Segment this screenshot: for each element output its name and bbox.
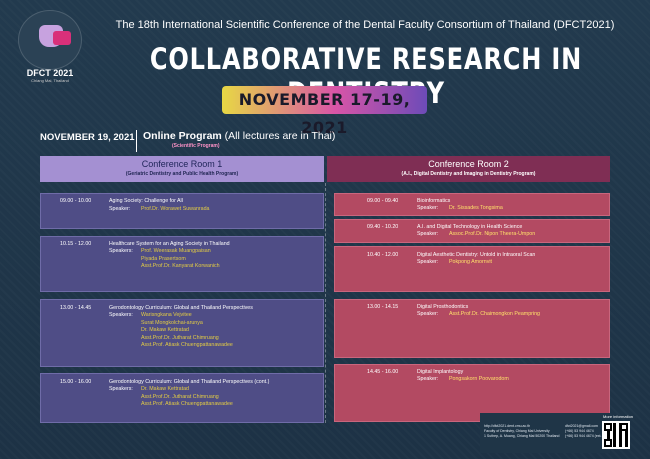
session-time: 09.00 - 09.40 [367,198,399,204]
session-block: 10.40 - 12.00 Digital Aesthetic Dentistr… [334,246,610,292]
session-topic: Digital Implantology [417,369,464,375]
speaker-names: Warisngkana Vejvitee Surat Mongkolchai-a… [141,312,233,350]
room-1-desc: (Geriatric Dentistry and Public Health P… [125,171,239,177]
speaker-name: Asst.Prof.Dr. Jutharat Chimruang [141,334,219,341]
speaker-names: Asst.Prof.Dr. Chaimongkon Peampring [449,311,540,319]
speaker-name: Surat Mongkolchai-arunya [141,319,203,326]
session-time: 15.00 - 16.00 [60,379,92,385]
session-time: 10.40 - 12.00 [367,252,399,258]
session-topic: Aging Society: Challenge for All [109,198,183,204]
speaker-label: Speaker: [417,376,439,382]
qr-code-icon[interactable] [602,421,630,449]
room-1-header: Conference Room 1 (Geriatric Dentistry a… [40,156,324,182]
speaker-label: Speakers: [109,386,133,392]
room-1-name: Conference Room 1 [141,159,223,169]
program-title-note: (All lectures are in Thai) [221,130,336,142]
speaker-name: Asst.Prof.Dr. Kanyarat Korwanich [141,263,220,270]
program-day: NOVEMBER 19, 2021 [40,132,135,143]
logo-location: Chiang Mai, Thailand [31,78,69,83]
speaker-name: Prof.Dr. Worawet Suwanrada [141,206,210,212]
speaker-name: Asst.Prof. Atiask Chuengpattanawadee [141,401,233,408]
qr-corner [620,423,628,431]
qr-corner [604,423,612,431]
logo-name: DFCT 2021 [26,68,74,78]
speaker-label: Speaker: [417,311,439,317]
speaker-name: Pongsakorn Poovarodom [449,376,509,382]
speaker-names: Pongsakorn Poovarodom [449,376,509,384]
more-info-label: More information [603,414,634,419]
speaker-name: Dr. Makaw Kettratad [141,327,189,334]
room-2-header: Conference Room 2 (A.I., Digital Dentist… [327,156,610,182]
session-block: 15.00 - 16.00 Gerodontology Curriculum: … [40,373,324,423]
speaker-label: Speakers: [109,312,133,318]
speaker-names: Dr. Makaw Kettratad Asst.Prof.Dr. Juthar… [141,386,233,409]
session-time: 09.00 - 10.00 [60,198,92,204]
session-time: 10.15 - 12.00 [60,241,92,247]
room-divider [325,183,326,423]
divider-line [136,130,137,152]
session-topic: Gerodontology Curriculum: Global and Tha… [109,305,253,311]
program-title: Online Program (All lectures are in Thai… [143,130,335,142]
session-block: 09.00 - 10.00 Aging Society: Challenge f… [40,193,324,229]
speaker-name: Asst.Prof.Dr. Jutharat Chimruang [141,393,219,400]
speaker-name: Asst.Prof. Atiask Chuengpattanawadee [141,342,233,349]
program-title-bold: Online Program [143,130,222,142]
session-topic: Digital Prosthodontics [417,304,469,310]
qr-corner [604,439,612,447]
session-time: 09.40 - 10.20 [367,224,399,230]
speaker-names: Prof. Weerasak Muangpaisan Piyada Praser… [141,248,220,271]
dfct-logo [18,10,82,70]
speaker-name: Piyada Prasertsom [141,255,186,262]
session-time: 13.00 - 14.45 [60,305,92,311]
session-topic: Healthcare System for an Aging Society i… [109,241,230,247]
room-2-name: Conference Room 2 [428,159,509,169]
conference-line: The 18th International Scientific Confer… [115,19,615,31]
speaker-names: Pokpong Amornvit [449,259,492,267]
session-block: 13.00 - 14.15 Digital Prosthodontics Spe… [334,299,610,358]
session-block: 10.15 - 12.00 Healthcare System for an A… [40,236,324,292]
session-topic: Bioinformatics [417,198,451,204]
speaker-name: Assoc.Prof.Dr. Nipon Theera-Umpon [449,231,536,237]
speaker-label: Speaker: [417,259,439,265]
speaker-names: Assoc.Prof.Dr. Nipon Theera-Umpon [449,231,535,239]
session-topic: Gerodontology Curriculum: Global and Tha… [109,379,270,385]
session-topic: A.I. and Digital Technology in Health Sc… [417,224,523,230]
speaker-label: Speaker: [417,231,439,237]
session-time: 14.45 - 16.00 [367,369,399,375]
footer-contact: http://dfct2021.dent.cmu.ac.th Faculty o… [484,424,559,439]
conference-dates: NOVEMBER 17-19, 2021 [222,86,427,137]
speaker-name: Asst.Prof.Dr. Chaimongkon Peampring [449,311,540,317]
speaker-label: Speaker: [109,206,131,212]
session-block: 09.40 - 10.20 A.I. and Digital Technolog… [334,219,610,243]
speaker-name: Warisngkana Vejvitee [141,312,192,318]
speaker-label: Speaker: [417,205,439,211]
program-subtitle: (Scientific Program) [172,143,220,149]
room-2-desc: (A.I., Digital Dentistry and Imaging in … [401,171,536,177]
speaker-names: Prof.Dr. Worawet Suwanrada [141,206,210,214]
session-time: 13.00 - 14.15 [367,304,399,310]
session-topic: Digital Aesthetic Dentistry: Untold in I… [417,252,536,258]
speaker-label: Speakers: [109,248,133,254]
footer-address: 1 Suthep, A. Muang, Chiang Mai 50200 Tha… [484,434,560,438]
speaker-name: Pokpong Amornvit [449,259,492,265]
session-block: 13.00 - 14.45 Gerodontology Curriculum: … [40,299,324,367]
speaker-name: Dr. Sissades Tongsima [449,205,503,211]
session-block: 09.00 - 09.40 Bioinformatics Speaker: Dr… [334,193,610,216]
speaker-names: Dr. Sissades Tongsima [449,205,503,213]
speaker-name: Dr. Makaw Kettratad [141,386,189,392]
speaker-name: Prof. Weerasak Muangpaisan [141,248,211,254]
badge-icon [53,31,71,45]
